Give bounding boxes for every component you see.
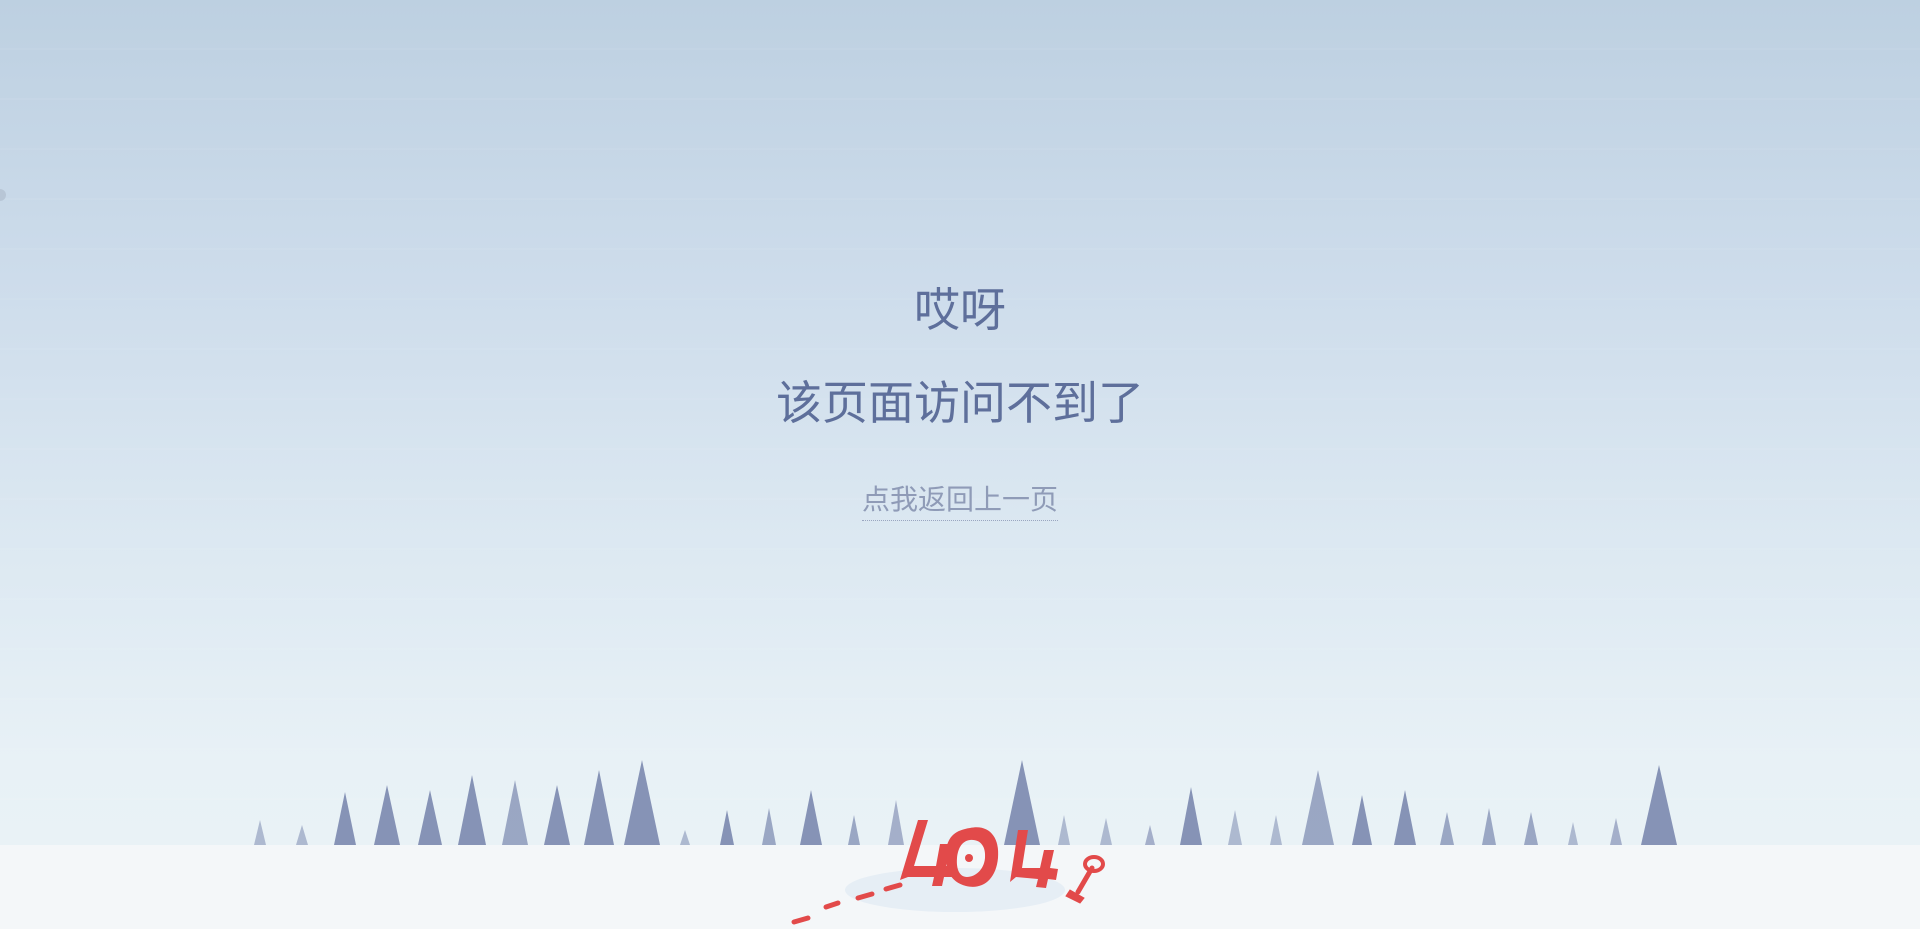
tree <box>1058 815 1070 845</box>
tree <box>1482 808 1496 845</box>
tree <box>418 790 442 845</box>
back-link[interactable]: 点我返回上一页 <box>861 482 1059 521</box>
tree <box>1568 822 1578 845</box>
tree <box>334 792 356 845</box>
tree <box>1270 815 1282 845</box>
tree <box>800 790 822 845</box>
tree <box>544 785 570 845</box>
tree <box>762 808 776 845</box>
tree <box>1145 825 1155 845</box>
tree <box>1440 812 1454 845</box>
tree <box>1524 812 1538 845</box>
tree <box>296 825 308 845</box>
tree <box>458 775 486 845</box>
decorative-dot <box>0 189 6 201</box>
tree <box>1228 810 1242 845</box>
tree <box>888 800 904 845</box>
tree <box>254 820 266 845</box>
tree <box>720 810 734 845</box>
tree <box>1610 818 1622 845</box>
tree <box>1641 765 1677 845</box>
tree <box>1180 787 1202 845</box>
tree <box>848 815 860 845</box>
tree <box>680 830 690 845</box>
page-subtitle: 该页面访问不到了 <box>776 376 1144 430</box>
tree <box>502 780 528 845</box>
tree <box>1352 795 1372 845</box>
tree <box>1302 770 1334 845</box>
tree <box>1100 818 1112 845</box>
tree <box>584 770 614 845</box>
tree <box>1394 790 1416 845</box>
tree <box>374 785 400 845</box>
snow-scene-illustration <box>254 760 1677 925</box>
page-title: 哎呀 <box>914 283 1006 337</box>
shovel-icon <box>1065 855 1105 904</box>
tree <box>624 760 660 845</box>
